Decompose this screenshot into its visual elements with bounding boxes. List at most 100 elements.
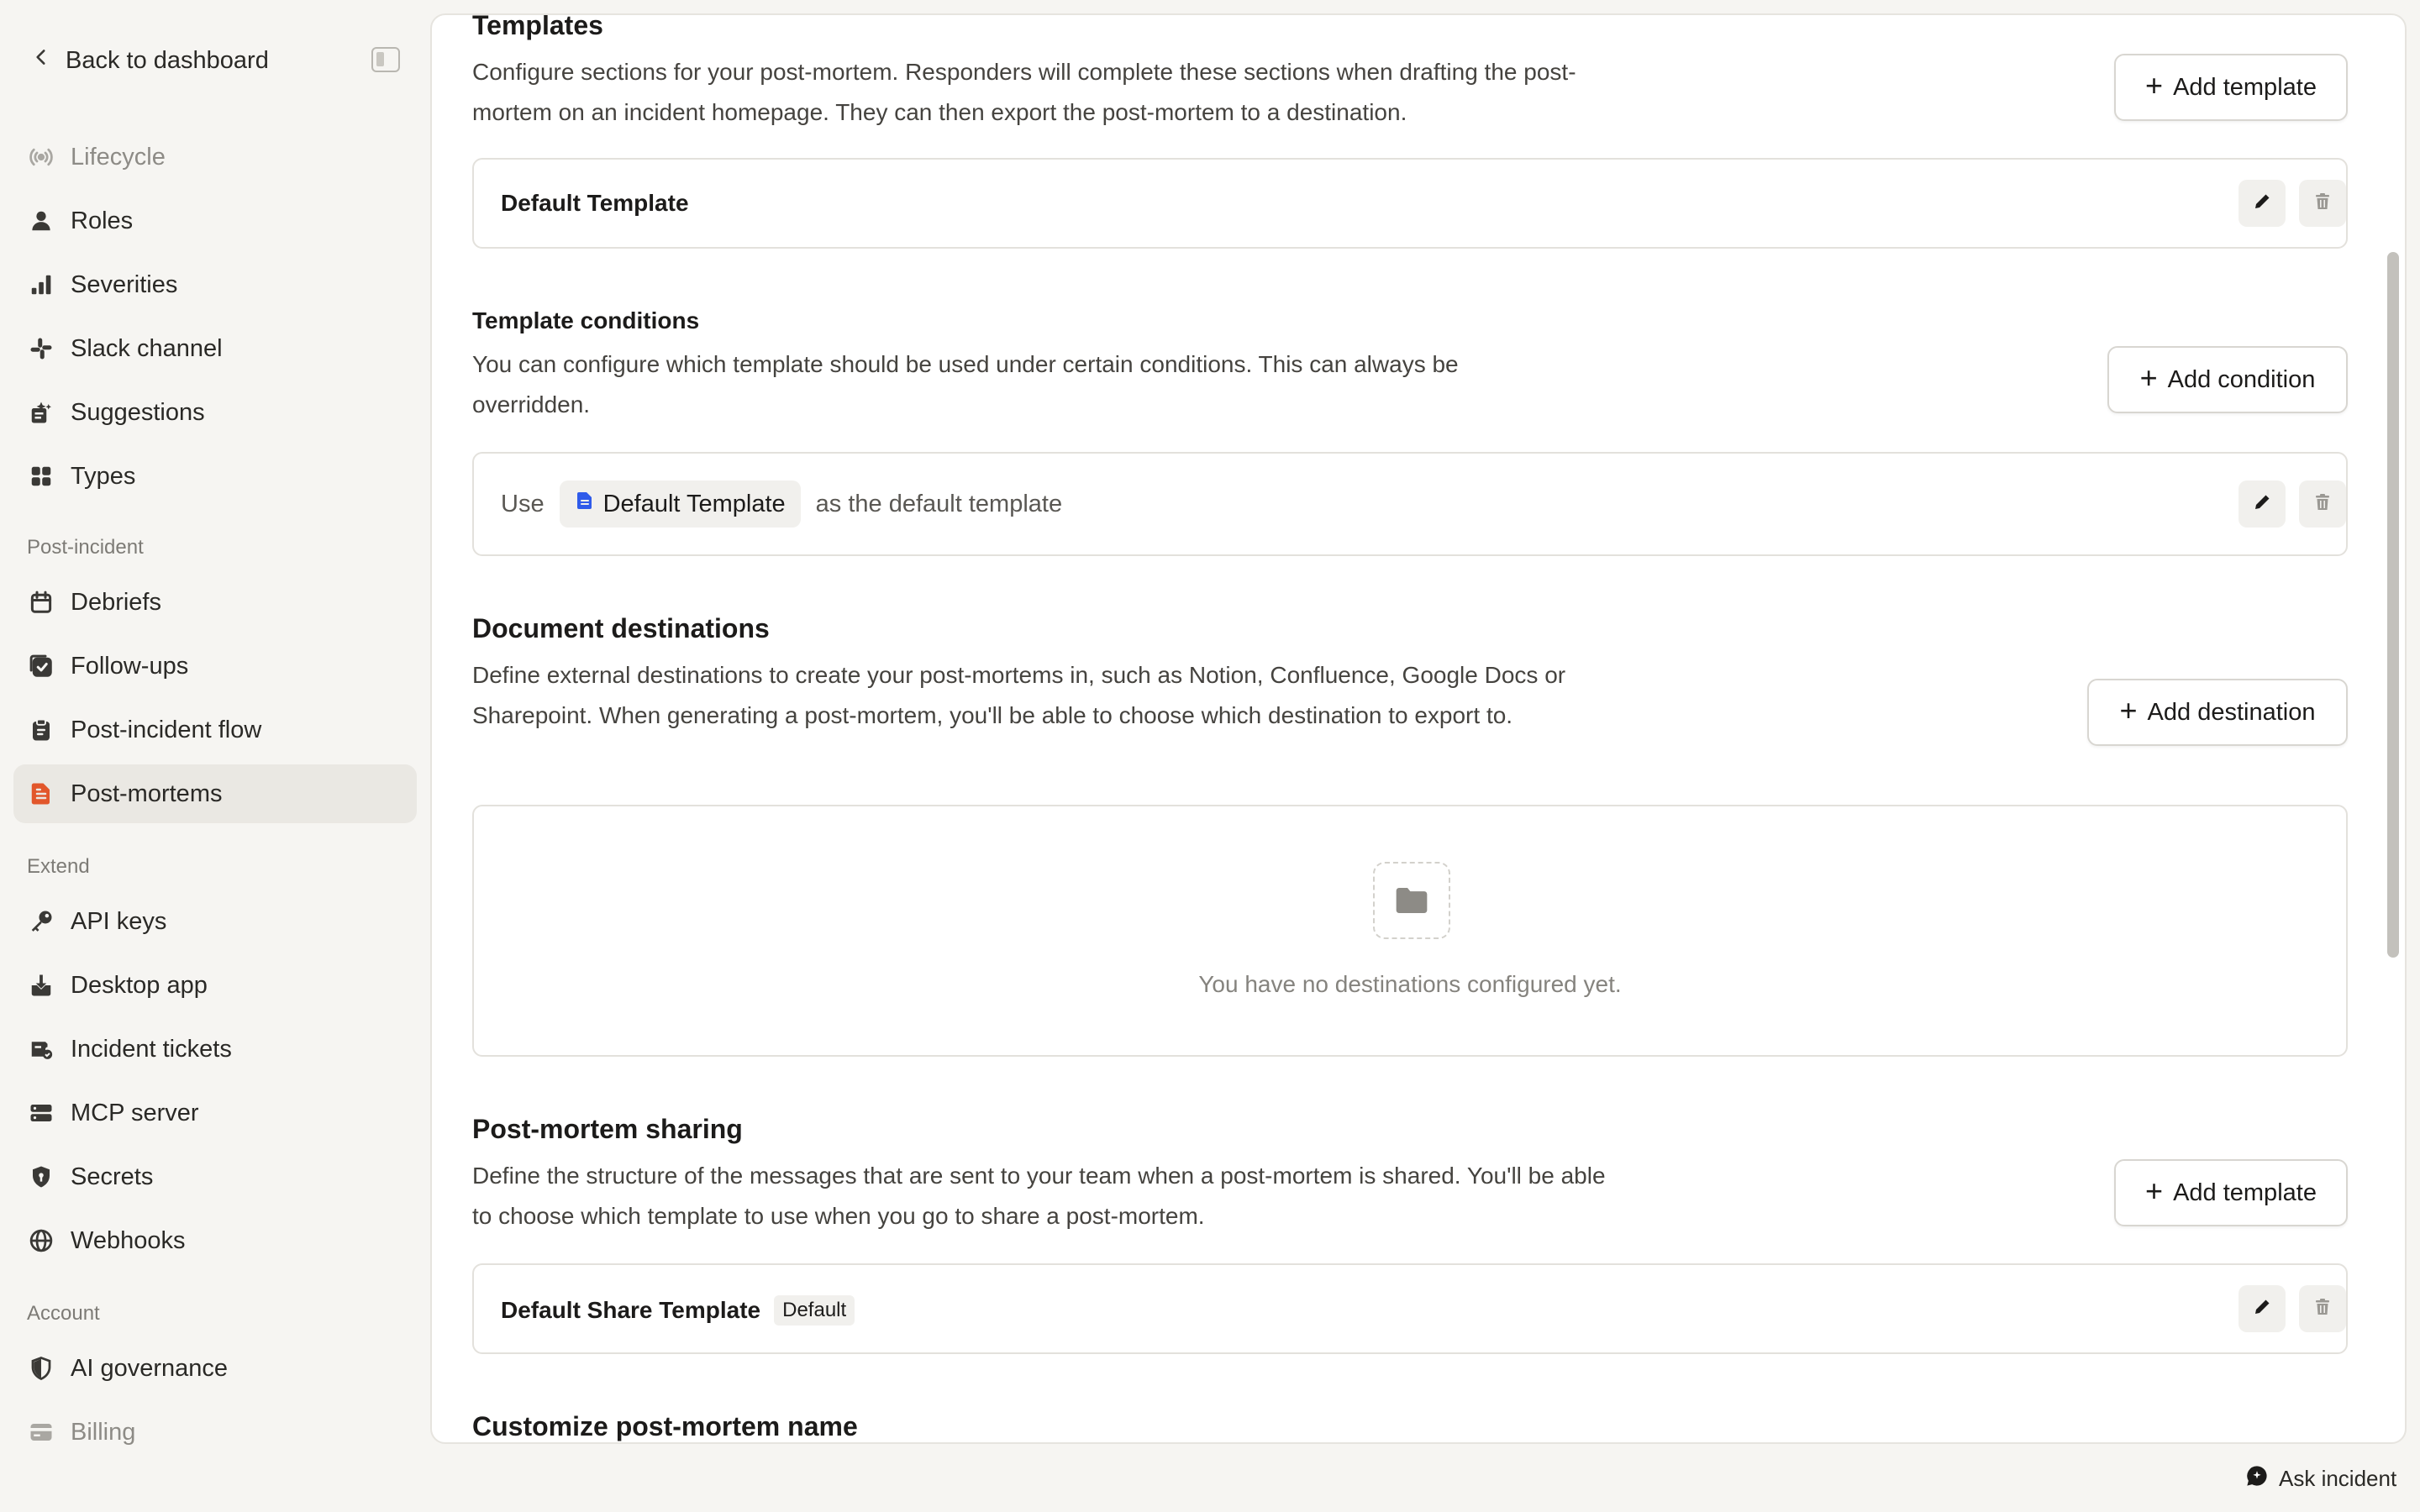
section-label-post-incident: Post-incident [27, 536, 144, 559]
sidebar-item-lifecycle[interactable]: Lifecycle [13, 128, 417, 186]
plus-icon: + [2139, 360, 2158, 395]
add-condition-label: Add condition [2167, 365, 2316, 393]
sidebar-item-severities[interactable]: Severities [13, 255, 417, 314]
edit-share-template-button[interactable] [2238, 1285, 2286, 1332]
share-template-row[interactable]: Default Share Template Default [472, 1263, 2348, 1354]
add-destination-button[interactable]: + Add destination [2087, 679, 2348, 746]
delete-condition-button[interactable] [2299, 480, 2346, 528]
post-mortem-sharing-title: Post-mortem sharing [472, 1114, 743, 1144]
condition-prefix: Use [501, 490, 544, 517]
destinations-empty-state: You have no destinations configured yet. [472, 805, 2348, 1057]
document-icon [575, 490, 595, 518]
radio-signal-icon [29, 144, 54, 170]
bar-chart-icon [29, 272, 54, 297]
sidebar-item-label: Slack channel [71, 334, 223, 362]
default-badge: Default [774, 1295, 855, 1326]
grid-icon [29, 464, 54, 489]
share-template-name-wrapper: Default Share Template Default [501, 1295, 855, 1326]
chevron-left-icon [30, 46, 52, 75]
sidebar-item-label: Incident tickets [71, 1035, 232, 1063]
document-destinations-title: Document destinations [472, 613, 770, 643]
server-icon [29, 1100, 54, 1126]
sidebar-item-debriefs[interactable]: Debriefs [13, 573, 417, 632]
templates-description: Configure sections for your post-mortem.… [472, 59, 1576, 125]
settings-sidebar: Back to dashboard Lifecycle Roles Severi… [0, 0, 430, 1512]
sidebar-item-incident-tickets[interactable]: Incident tickets [13, 1020, 417, 1079]
sidebar-item-label: API keys [71, 907, 167, 935]
condition-expression: Use Default Template as the default temp… [501, 480, 1062, 528]
ticket-icon [29, 1037, 54, 1062]
download-icon [29, 973, 54, 998]
sidebar-item-label: Types [71, 462, 136, 490]
plus-icon: + [2119, 693, 2138, 727]
sidebar-item-label: Suggestions [71, 398, 205, 426]
ask-incident-label: Ask incident [2279, 1465, 2397, 1491]
delete-share-template-button[interactable] [2299, 1285, 2346, 1332]
sidebar-item-ai-governance[interactable]: AI governance [13, 1339, 417, 1398]
sidebar-item-post-mortems[interactable]: Post-mortems [13, 764, 417, 823]
sidebar-item-label: Webhooks [71, 1226, 186, 1254]
template-conditions-title: Template conditions [472, 307, 700, 333]
pencil-icon [2252, 492, 2272, 517]
add-share-template-button[interactable]: + Add template [2114, 1159, 2348, 1226]
sidebar-collapse-icon[interactable] [371, 47, 400, 72]
shield-half-icon [29, 1356, 54, 1381]
sidebar-item-label: AI governance [71, 1354, 229, 1382]
sidebar-item-follow-ups[interactable]: Follow-ups [13, 637, 417, 696]
shield-lock-icon [29, 1164, 54, 1189]
sidebar-item-label: MCP server [71, 1099, 199, 1126]
sidebar-item-suggestions[interactable]: Suggestions [13, 383, 417, 442]
checkbox-icon [29, 654, 54, 679]
delete-template-button[interactable] [2299, 180, 2346, 227]
plus-icon: + [2145, 68, 2164, 102]
template-condition-row[interactable]: Use Default Template as the default temp… [472, 452, 2348, 556]
edit-template-button[interactable] [2238, 180, 2286, 227]
post-mortem-settings-panel: Templates Configure sections for your po… [430, 13, 2407, 1444]
sidebar-item-slack-channel[interactable]: Slack channel [13, 319, 417, 378]
sidebar-item-api-keys[interactable]: API keys [13, 892, 417, 951]
sidebar-item-label: Post-mortems [71, 780, 223, 807]
sidebar-item-types[interactable]: Types [13, 447, 417, 506]
template-chip-label: Default Template [602, 490, 786, 517]
sidebar-item-label: Desktop app [71, 971, 208, 999]
back-to-dashboard-link[interactable]: Back to dashboard [30, 42, 269, 79]
sidebar-item-secrets[interactable]: Secrets [13, 1147, 417, 1206]
clipboard-icon [29, 717, 54, 743]
template-row[interactable]: Default Template [472, 158, 2348, 249]
add-template-button[interactable]: + Add template [2114, 54, 2348, 121]
document-destinations-description: Define external destinations to create y… [472, 662, 1566, 728]
customize-name-title: Customize post-mortem name [472, 1411, 858, 1441]
trash-icon [2312, 192, 2333, 216]
suggestions-icon [29, 400, 54, 425]
templates-title: Templates [472, 13, 603, 40]
plus-icon: + [2145, 1173, 2164, 1208]
sidebar-item-roles[interactable]: Roles [13, 192, 417, 250]
document-icon [29, 781, 54, 806]
sidebar-item-label: Secrets [71, 1163, 154, 1190]
scrollbar-thumb[interactable] [2387, 252, 2399, 958]
sidebar-item-label: Billing [71, 1418, 136, 1446]
ask-incident-button[interactable]: Ask incident [2245, 1462, 2396, 1495]
edit-condition-button[interactable] [2238, 480, 2286, 528]
sidebar-item-billing[interactable]: Billing [13, 1403, 417, 1462]
person-icon [29, 208, 54, 234]
share-template-name: Default Share Template [501, 1297, 761, 1323]
add-share-template-label: Add template [2173, 1179, 2317, 1206]
sidebar-item-webhooks[interactable]: Webhooks [13, 1211, 417, 1270]
sidebar-item-post-incident-flow[interactable]: Post-incident flow [13, 701, 417, 759]
sidebar-item-label: Severities [71, 270, 178, 298]
slack-icon [29, 336, 54, 361]
template-name: Default Template [501, 190, 689, 216]
key-icon [29, 909, 54, 934]
sidebar-item-mcp-server[interactable]: MCP server [13, 1084, 417, 1142]
sidebar-item-label: Post-incident flow [71, 716, 262, 743]
template-conditions-description: You can configure which template should … [472, 351, 1459, 417]
trash-icon [2312, 492, 2333, 517]
pencil-icon [2252, 192, 2272, 216]
sidebar-item-desktop-app[interactable]: Desktop app [13, 956, 417, 1015]
folder-icon [1373, 862, 1450, 939]
template-chip: Default Template [559, 480, 801, 528]
sidebar-item-label: Debriefs [71, 588, 161, 616]
calendar-icon [29, 590, 54, 615]
add-condition-button[interactable]: + Add condition [2107, 346, 2348, 413]
